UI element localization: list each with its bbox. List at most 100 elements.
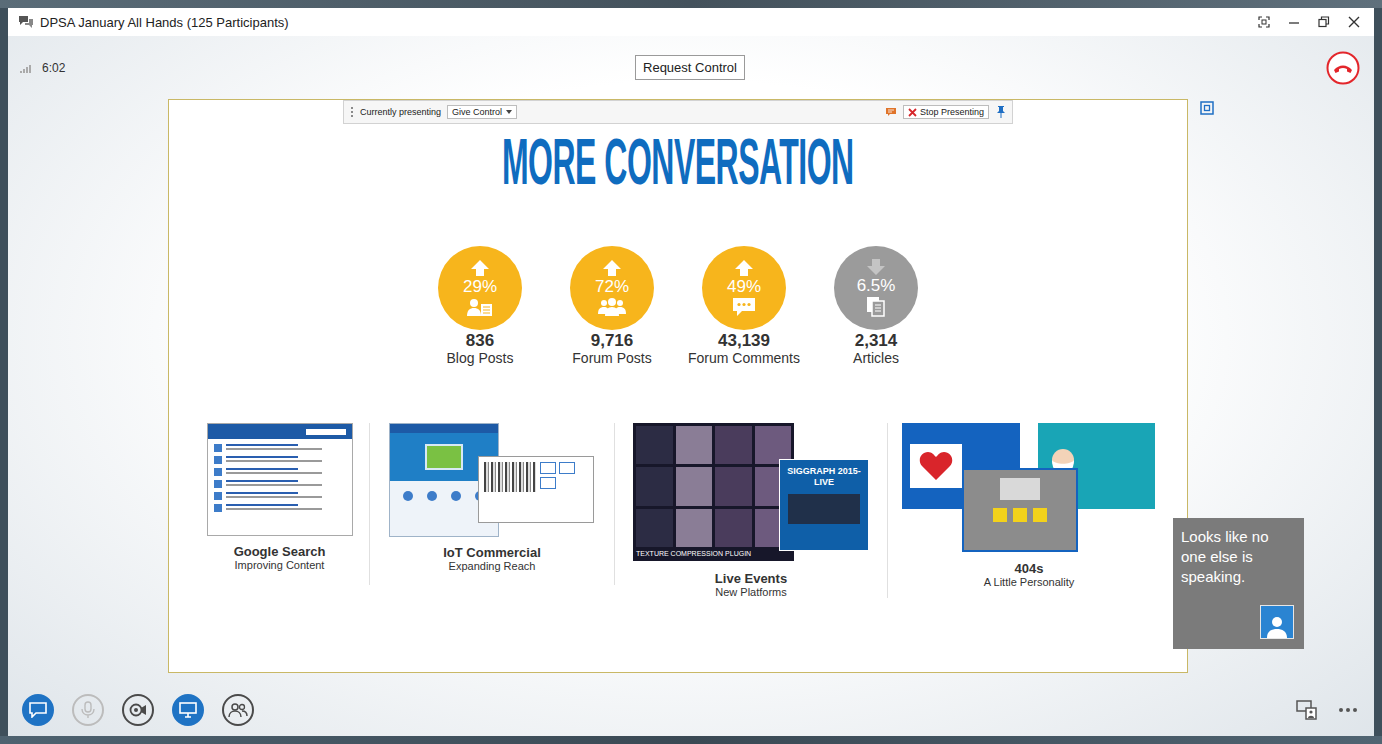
- thumb-chair: [1033, 508, 1047, 522]
- thumb-tile: [636, 467, 673, 505]
- thumb-result-row: [214, 492, 346, 500]
- stat-percent: 49%: [727, 278, 761, 296]
- feature-column: TEXTURE COMPRESSION PLUGIN SIGGRAPH 2015-…: [615, 423, 888, 598]
- control-button[interactable]: [22, 694, 54, 726]
- call-actions: [745, 51, 1360, 85]
- presenting-label: Currently presenting: [360, 107, 441, 117]
- restore-icon[interactable]: [1318, 16, 1330, 28]
- give-control-dropdown[interactable]: Give Control: [447, 105, 517, 119]
- feature-title: Google Search: [234, 544, 326, 559]
- thumb-collage: TEXTURE COMPRESSION PLUGIN: [633, 423, 794, 561]
- thumb-page: [962, 468, 1078, 552]
- thumb-result-row: [214, 480, 346, 488]
- thumb-dot: [403, 491, 413, 501]
- thumb-line: [226, 472, 322, 474]
- thumb-tile: [676, 426, 713, 464]
- thumb-line: [226, 456, 298, 458]
- control-button[interactable]: [222, 694, 254, 726]
- present-screen-icon: [179, 702, 197, 718]
- stop-presenting-button[interactable]: Stop Presenting: [903, 105, 989, 119]
- stat-item: 72%9,716Forum Posts: [552, 246, 672, 367]
- fit-to-window-icon[interactable]: [1200, 101, 1214, 115]
- thumb-caption: TEXTURE COMPRESSION PLUGIN: [636, 549, 791, 558]
- thumb-line: [226, 444, 298, 446]
- thumb-result-icon: [214, 480, 222, 488]
- more-options-icon[interactable]: [1338, 707, 1358, 713]
- thumb-line: [226, 448, 322, 450]
- full-screen-icon[interactable]: [1258, 16, 1270, 28]
- feature-title: Live Events: [715, 571, 787, 586]
- stat-badge: 6.5%: [834, 246, 918, 330]
- thumb-chair: [1013, 508, 1027, 522]
- arrow-up-icon: [603, 260, 621, 276]
- call-duration: 6:02: [42, 61, 65, 75]
- minimize-icon[interactable]: [1288, 16, 1300, 28]
- thumb-header: [208, 424, 352, 439]
- thumb-tile: [636, 426, 673, 464]
- feature-column: Google SearchImproving Content: [190, 423, 370, 585]
- conversation-icon: [18, 14, 34, 30]
- thumb-tile: [636, 509, 673, 547]
- stat-percent: 29%: [463, 278, 497, 296]
- thumb-tiles: [636, 426, 791, 547]
- close-icon[interactable]: [1348, 16, 1360, 28]
- pin-icon[interactable]: [996, 106, 1006, 118]
- thumb-diagram: [540, 462, 588, 517]
- thumb-result-icon: [214, 444, 222, 452]
- feature-title: 404s: [1015, 561, 1044, 576]
- stat-item: 6.5%2,314Articles: [816, 246, 936, 367]
- control-button[interactable]: [72, 694, 104, 726]
- chat-icon: [29, 702, 47, 718]
- search-results-thumbnail: [207, 423, 353, 536]
- grip-icon[interactable]: [350, 106, 354, 118]
- stat-label: Articles: [853, 350, 899, 367]
- thumb-result-lines: [226, 468, 346, 474]
- person-icon: [1265, 614, 1289, 638]
- thumb-tile: [676, 509, 713, 547]
- feature-title: IoT Commercial: [443, 545, 541, 560]
- stop-x-icon: [908, 108, 917, 117]
- hang-up-button[interactable]: [1326, 51, 1360, 85]
- presentation-layout-icon[interactable]: [1296, 700, 1318, 720]
- stat-badge: 29%: [438, 246, 522, 330]
- thumb-chairs: [993, 508, 1047, 522]
- thumb-result-icon: [214, 468, 222, 476]
- stat-item: 29%836Blog Posts: [420, 246, 540, 367]
- background-taskbar: [0, 0, 1382, 8]
- request-control-button[interactable]: Request Control: [635, 55, 745, 80]
- stat-badge: 49%: [702, 246, 786, 330]
- thumb-line: [226, 484, 322, 486]
- thumb-page: [478, 456, 594, 523]
- stage: Currently presenting Give Control Stop Pre…: [8, 99, 1374, 673]
- thumb-tile: [715, 426, 752, 464]
- title-bar: DPSA January All Hands (125 Participants…: [8, 8, 1374, 36]
- control-button[interactable]: [172, 694, 204, 726]
- thumb-tile: [715, 509, 752, 547]
- video-camera-icon: [129, 703, 147, 717]
- thumb-chair: [993, 508, 1007, 522]
- thumb-search-box: [306, 429, 346, 435]
- caret-down-icon: [506, 110, 512, 114]
- tooltip-text: Looks like no one else is speaking.: [1181, 527, 1296, 587]
- slide-title-text: MORE CONVERSATION: [502, 130, 854, 194]
- control-buttons: [22, 694, 254, 726]
- thumb-box: [559, 462, 575, 474]
- chat-bubble-icon[interactable]: [886, 107, 896, 117]
- stat-label: Forum Comments: [688, 350, 800, 367]
- stat-label: Blog Posts: [447, 350, 514, 367]
- thumb-headline: SIGGRAPH 2015-LIVE: [784, 466, 864, 488]
- features-row: Google SearchImproving Content IoT Commer…: [169, 423, 1187, 598]
- stat-item: 49%43,139Forum Comments: [684, 246, 804, 367]
- feature-subtitle: Expanding Reach: [449, 560, 536, 572]
- control-button[interactable]: [122, 694, 154, 726]
- feature-subtitle: Improving Content: [235, 559, 325, 571]
- call-status: 6:02: [20, 61, 635, 75]
- thumb-result-lines: [226, 444, 346, 450]
- window-buttons: [1258, 16, 1364, 28]
- thumb-line: [226, 496, 322, 498]
- stop-presenting-label: Stop Presenting: [920, 107, 984, 117]
- thumb-result-row: [214, 468, 346, 476]
- participants-icon: [228, 702, 248, 718]
- thumb-box: [540, 462, 556, 474]
- thumb-header: [390, 424, 498, 433]
